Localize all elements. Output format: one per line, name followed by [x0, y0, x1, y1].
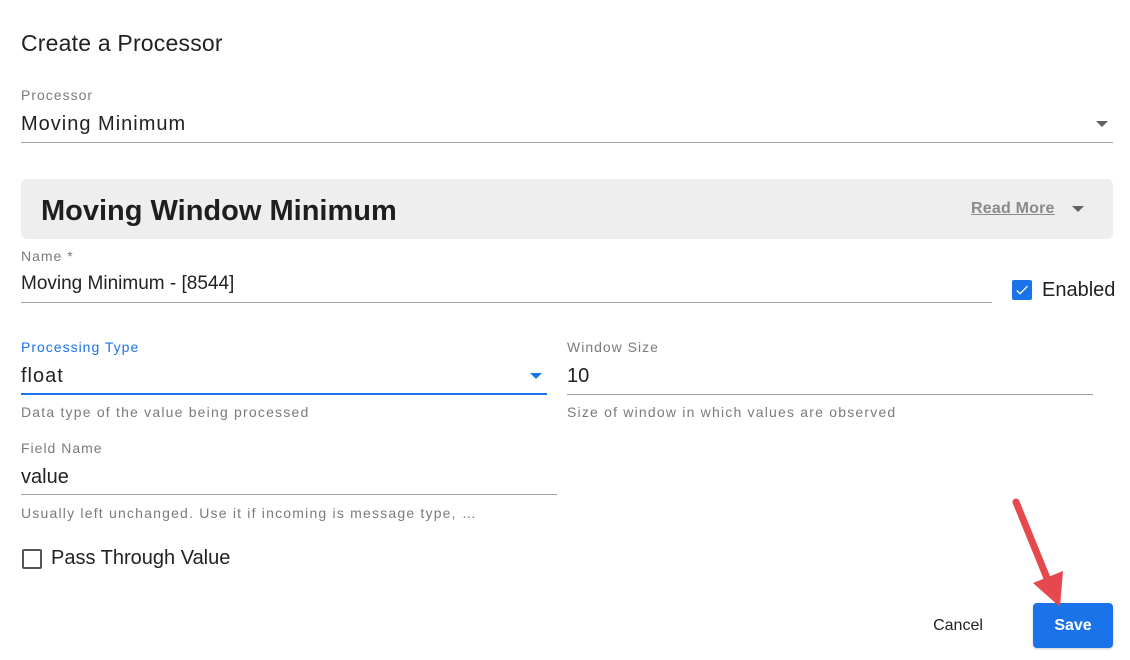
- panel-title: Moving Window Minimum: [41, 195, 397, 227]
- read-more-link[interactable]: Read More: [971, 200, 1055, 218]
- window-size-label: Window Size: [567, 339, 659, 355]
- window-size-helper: Size of window in which values are obser…: [567, 404, 897, 420]
- window-size-underline: [567, 394, 1093, 395]
- enabled-checkbox[interactable]: [1012, 280, 1032, 300]
- processing-type-underline: [21, 393, 547, 395]
- chevron-down-icon[interactable]: [1072, 206, 1084, 212]
- pass-through-label[interactable]: Pass Through Value: [51, 547, 230, 570]
- caret-down-icon[interactable]: [530, 373, 542, 379]
- name-underline: [21, 302, 992, 303]
- processor-label: Processor: [21, 87, 94, 103]
- field-name-helper: Usually left unchanged. Use it if incomi…: [21, 505, 478, 521]
- field-name-underline: [21, 494, 557, 495]
- processing-type-select[interactable]: float: [21, 365, 64, 388]
- processor-select-value[interactable]: Moving Minimum: [21, 113, 186, 136]
- processor-info-panel: Moving Window Minimum Read More: [21, 179, 1113, 239]
- enabled-label[interactable]: Enabled: [1042, 279, 1115, 302]
- red-arrow-annotation: [1012, 498, 1063, 607]
- window-size-input[interactable]: 10: [567, 365, 589, 388]
- processor-underline: [21, 142, 1113, 143]
- cancel-button[interactable]: Cancel: [916, 604, 1000, 648]
- caret-down-icon[interactable]: [1096, 121, 1108, 127]
- processing-type-label: Processing Type: [21, 339, 140, 355]
- field-name-label: Field Name: [21, 440, 103, 456]
- dialog-title: Create a Processor: [21, 30, 223, 56]
- name-input[interactable]: Moving Minimum - [8544]: [21, 273, 234, 295]
- pass-through-checkbox[interactable]: [22, 549, 42, 569]
- processing-type-helper: Data type of the value being processed: [21, 404, 310, 420]
- field-name-input[interactable]: value: [21, 466, 69, 489]
- check-icon: [1016, 285, 1028, 295]
- name-label: Name *: [21, 248, 74, 264]
